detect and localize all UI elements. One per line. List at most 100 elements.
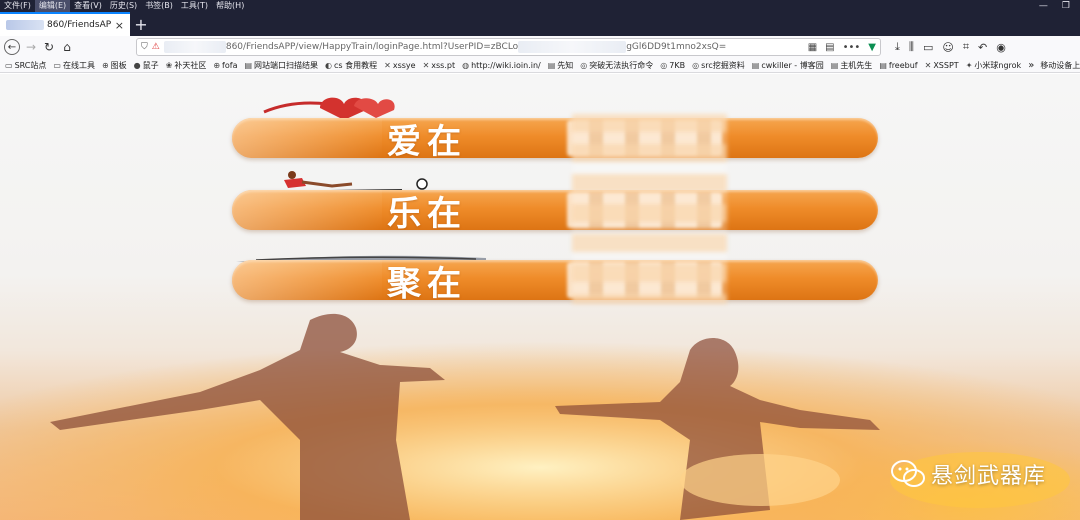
bookmarks-overflow-icon[interactable]: »: [1028, 60, 1034, 71]
bookmark-item[interactable]: ✕ xss.pt: [423, 61, 456, 70]
bookmark-label: http://wiki.ioin.in/: [471, 60, 541, 70]
bookmark-item[interactable]: ◐ cs 食用教程: [325, 60, 377, 71]
x-icon: ✕: [924, 60, 932, 70]
tab-title-redacted: [6, 20, 44, 30]
bookmark-label: 补天社区: [174, 60, 207, 70]
bookmark-label: cs 食用教程: [334, 60, 378, 70]
menu-file[interactable]: 文件(F): [0, 0, 35, 12]
bookmark-mobile[interactable]: 移动设备上: [1040, 60, 1080, 71]
sidebar-icon[interactable]: ▭: [923, 41, 933, 54]
login-page: 爱在 乐在 聚在 悬剑武器库: [0, 74, 1080, 520]
bookmark-item[interactable]: ▭ 在线工具: [53, 60, 95, 71]
bookmark-item[interactable]: ▭ SRC站点: [5, 60, 46, 71]
bookmark-label: 主机先生: [840, 60, 873, 70]
bookmark-label: xssye: [392, 60, 416, 70]
bookmark-item[interactable]: ▤ 网站端口扫描结果: [244, 60, 318, 71]
tab-title: 860/FriendsAPP/: [47, 20, 111, 30]
bookmark-label: cwkiller - 博客园: [761, 60, 824, 70]
bookmark-item[interactable]: ⊕ 图板: [102, 60, 127, 71]
url-redacted-host: [163, 41, 226, 53]
bookmark-item[interactable]: ◎ src挖掘资料: [692, 60, 745, 71]
fun-button-label: 乐在: [387, 193, 467, 231]
undo-icon[interactable]: ↶: [978, 41, 987, 54]
circle-icon: ●: [133, 60, 141, 70]
address-bar[interactable]: ⛉ ⚠ 860/FriendsAPP/view/HappyTrain/login…: [136, 38, 881, 56]
navigation-bar: ← → ↻ ⌂ ⛉ ⚠ 860/FriendsAPP/view/HappyTra…: [0, 36, 1080, 58]
forward-icon[interactable]: →: [22, 38, 40, 56]
menu-tools[interactable]: 工具(T): [177, 0, 212, 12]
extension-icon[interactable]: ◉: [996, 41, 1006, 54]
folder-icon: ▭: [53, 60, 61, 70]
bookmark-item[interactable]: ✕ xssye: [384, 61, 415, 70]
back-icon[interactable]: ←: [4, 39, 20, 55]
bookmarks-toolbar: ▭ SRC站点 ▭ 在线工具 ⊕ 图板 ● 鼠子 ❀ 补天社区 ⊕ fofa ▤ 网站端口扫描结果 ◐ cs …: [0, 58, 1080, 73]
github-icon: ◎: [660, 60, 668, 70]
bookmark-label: 先知: [557, 60, 574, 70]
account-icon[interactable]: ☺: [942, 41, 953, 54]
bookmark-item[interactable]: ▤ 主机先生: [831, 60, 873, 71]
url-tail: gGl6DD9t1mno2xsQ=: [626, 42, 727, 52]
wiki-icon: ◍: [462, 60, 470, 70]
bookmark-label: 在线工具: [62, 60, 95, 70]
bookmark-label: 鼠子: [142, 60, 159, 70]
bookmark-item[interactable]: ❀ 补天社区: [166, 60, 207, 71]
github-icon: ◎: [580, 60, 588, 70]
home-icon[interactable]: ⌂: [58, 38, 76, 56]
love-button[interactable]: 爱在: [232, 118, 878, 158]
globe-icon: ⊕: [101, 60, 109, 70]
menu-bar: 文件(F) 编辑(E) 查看(V) 历史(S) 书签(B) 工具(T) 帮助(H…: [0, 0, 1080, 12]
bookmark-item[interactable]: ✦ 小米球ngrok: [966, 60, 1022, 71]
watermark-text: 悬剑武器库: [930, 464, 1046, 489]
page-icon: ▤: [879, 60, 887, 70]
love-button-label: 爱在: [387, 121, 467, 159]
globe-icon: ⊕: [213, 60, 221, 70]
bookmark-item[interactable]: ▤ cwkiller - 博客园: [752, 60, 824, 71]
bookmark-item[interactable]: ◎ 7KB: [660, 61, 685, 70]
redacted-text: [567, 120, 722, 156]
wechat-icon: [890, 460, 925, 487]
restore-icon[interactable]: ❐: [1062, 1, 1070, 11]
bookmark-label: 突破无法执行命令: [589, 60, 654, 70]
library-icon[interactable]: ⫼: [909, 40, 914, 54]
bookmark-label: 网站端口扫描结果: [254, 60, 319, 70]
bookmark-item[interactable]: ▤ freebuf: [879, 61, 917, 70]
tab-active[interactable]: 860/FriendsAPP/ ×: [0, 12, 130, 36]
fun-button[interactable]: 乐在: [232, 190, 878, 230]
bookmark-item[interactable]: ⊕ fofa: [213, 61, 237, 70]
bookmark-item[interactable]: ✕ XSSPT: [925, 61, 959, 70]
bookmark-label: xss.pt: [431, 60, 456, 70]
insecure-lock-icon[interactable]: ⚠: [152, 42, 160, 52]
bookmark-item[interactable]: ◎ 突破无法执行命令: [580, 60, 653, 71]
close-tab-icon[interactable]: ×: [115, 19, 124, 32]
menu-bookmarks[interactable]: 书签(B): [141, 0, 177, 12]
menu-history[interactable]: 历史(S): [106, 0, 141, 12]
pocket-icon[interactable]: ▼: [868, 42, 876, 53]
bookmark-label: src挖掘资料: [701, 60, 745, 70]
bookmark-item[interactable]: ▤ 先知: [548, 60, 574, 71]
hearts-icon: [263, 97, 395, 120]
new-tab-icon[interactable]: +: [130, 14, 152, 36]
url-actions: ▦ ▤ ••• ▼: [808, 42, 876, 53]
tab-strip: 860/FriendsAPP/ × +: [0, 12, 1080, 36]
download-icon[interactable]: ⤓: [895, 40, 900, 54]
bookmark-label: SRC站点: [14, 60, 47, 70]
folder-icon: ▭: [5, 60, 13, 70]
bookmark-label: 小米球ngrok: [974, 60, 1022, 70]
page-icon: ▤: [751, 60, 760, 70]
crop-icon[interactable]: ⌗: [963, 40, 969, 54]
page-icon: ▤: [547, 60, 556, 70]
menu-view[interactable]: 查看(V): [70, 0, 106, 12]
more-actions-icon[interactable]: •••: [843, 42, 861, 53]
redacted-text: [567, 192, 722, 228]
menu-edit[interactable]: 编辑(E): [34, 0, 71, 12]
menu-help[interactable]: 帮助(H): [212, 0, 248, 12]
reload-icon[interactable]: ↻: [40, 38, 58, 56]
reader-mode-icon[interactable]: ▤: [825, 42, 834, 53]
shield-icon[interactable]: ⛉: [141, 42, 148, 52]
qr-code-icon[interactable]: ▦: [808, 42, 817, 53]
bookmark-item[interactable]: ◍ http://wiki.ioin.in/: [462, 61, 541, 70]
minimize-icon[interactable]: —: [1039, 1, 1048, 11]
star-icon: ✦: [965, 60, 973, 70]
gather-button[interactable]: 聚在: [232, 260, 878, 300]
bookmark-item[interactable]: ● 鼠子: [134, 60, 159, 71]
